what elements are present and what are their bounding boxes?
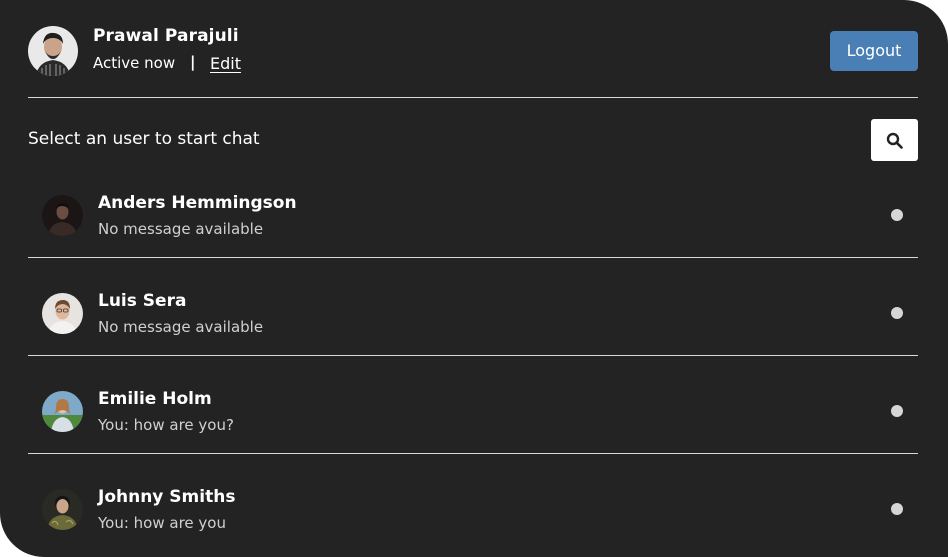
chat-users-panel: Prawal Parajuli Active now | Edit Logout… <box>0 0 948 557</box>
search-prompt-text: Select an user to start chat <box>28 129 260 149</box>
edit-profile-link[interactable]: Edit <box>210 54 241 73</box>
status-dot <box>891 307 903 319</box>
last-message: No message available <box>98 318 264 336</box>
logout-button[interactable]: Logout <box>830 31 918 71</box>
profile-header: Prawal Parajuli Active now | Edit Logout <box>28 24 918 98</box>
last-message: You: how are you? <box>98 416 234 434</box>
status-dot <box>891 405 903 417</box>
user-list-item[interactable]: Johnny Smiths You: how are you <box>28 454 918 551</box>
user-name: Emilie Holm <box>98 389 212 409</box>
last-message: You: how are you <box>98 514 226 532</box>
search-icon <box>886 132 903 149</box>
status-dot <box>891 503 903 515</box>
user-avatar <box>42 293 83 334</box>
user-name: Luis Sera <box>98 291 187 311</box>
status-separator: | <box>190 53 196 71</box>
user-list-item[interactable]: Luis Sera No message available <box>28 258 918 356</box>
user-list-item[interactable]: Emilie Holm You: how are you? <box>28 356 918 454</box>
user-avatar <box>42 391 83 432</box>
status-dot <box>891 209 903 221</box>
user-name: Anders Hemmingson <box>98 193 297 213</box>
user-name: Johnny Smiths <box>98 487 236 507</box>
user-list: Anders Hemmingson No message available L… <box>28 160 918 551</box>
search-bar: Select an user to start chat <box>28 119 918 161</box>
current-user-name: Prawal Parajuli <box>93 26 239 46</box>
user-avatar <box>42 489 83 530</box>
current-user-status: Active now <box>93 54 176 72</box>
last-message: No message available <box>98 220 264 238</box>
current-user-avatar <box>28 26 78 76</box>
user-avatar <box>42 195 83 236</box>
user-list-item[interactable]: Anders Hemmingson No message available <box>28 160 918 258</box>
search-button[interactable] <box>871 119 918 161</box>
